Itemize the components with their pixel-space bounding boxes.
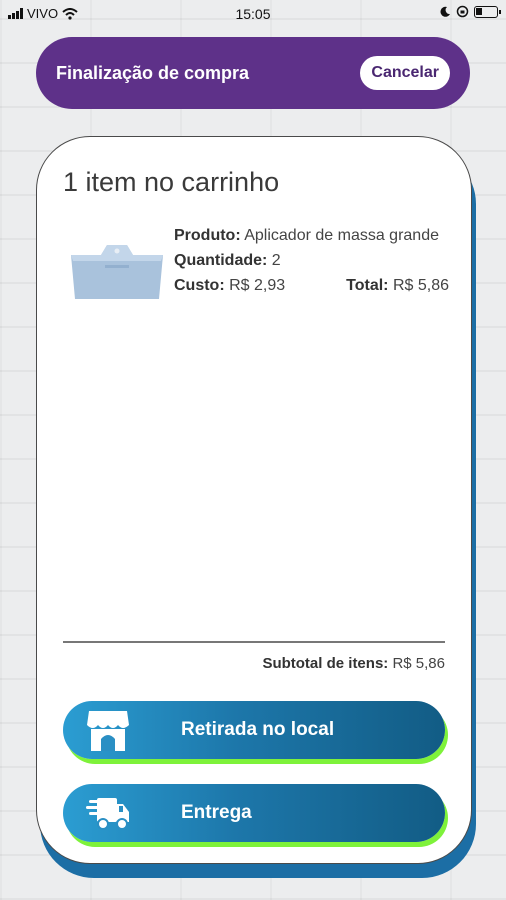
total-label: Total: [346,277,389,294]
product-name-row: Produto: Aplicador de massa grande [174,225,449,246]
store-icon [87,711,129,751]
product-label: Produto: [174,227,241,244]
status-bar: VIVO 15:05 [0,0,506,28]
pickup-label: Retirada no local [181,719,335,740]
orientation-lock-icon [456,5,469,18]
quantity-row: Quantidade: 2 [174,250,449,271]
price-row: Custo: R$ 2,93 Total: R$ 5,86 [174,275,449,296]
total-value: R$ 5,86 [392,277,449,294]
product-image [71,245,163,299]
cancel-button[interactable]: Cancelar [360,56,450,90]
subtotal-value: R$ 5,86 [392,655,445,672]
subtotal-label: Subtotal de itens: [262,655,389,672]
product-name: Aplicador de massa grande [244,227,439,244]
battery-icon [474,5,501,18]
quantity-label: Quantidade: [174,252,268,269]
cost-value: R$ 2,93 [229,277,286,294]
checkout-header: Finalização de compra Cancelar [36,37,470,109]
divider [63,641,445,643]
cart-card: 1 item no carrinho Produto: Aplicador de… [36,136,472,864]
product-info: Produto: Aplicador de massa grande Quant… [174,225,449,296]
delivery-button[interactable]: Entrega [63,784,445,842]
cost-group: Custo: R$ 2,93 [174,275,285,296]
status-right [439,5,501,18]
subtotal: Subtotal de itens: R$ 5,86 [262,655,445,672]
status-time: 15:05 [235,6,271,22]
delivery-truck-icon [86,798,129,830]
delivery-label: Entrega [181,802,252,823]
cart-title: 1 item no carrinho [63,167,280,197]
moon-icon [440,6,450,17]
pickup-button[interactable]: Retirada no local [63,701,445,759]
total-group: Total: R$ 5,86 [346,275,449,296]
quantity-value: 2 [271,252,281,269]
page-title: Finalização de compra [56,62,250,83]
cost-label: Custo: [174,277,225,294]
